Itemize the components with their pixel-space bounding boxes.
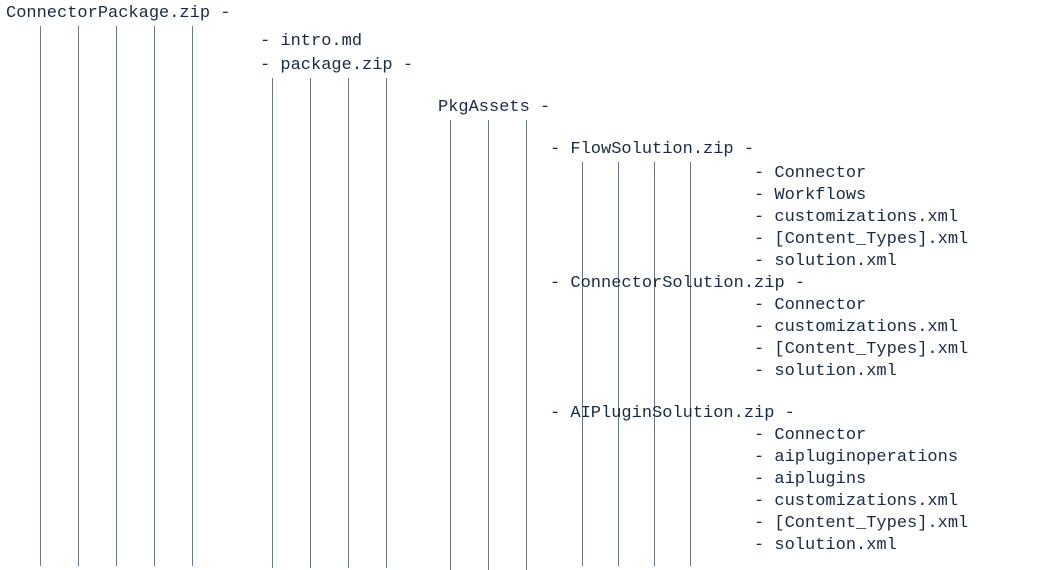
node-dash: - bbox=[530, 98, 550, 117]
tree-node-pkgassets: PkgAssets - bbox=[438, 98, 550, 117]
tree-leaf: - Workflows bbox=[754, 186, 866, 205]
node-name: aipluginoperations bbox=[774, 448, 958, 467]
bullet: - bbox=[754, 448, 774, 467]
tree-node-aipluginsolution: - AIPluginSolution.zip - bbox=[550, 404, 795, 423]
node-dash: - bbox=[734, 140, 754, 159]
guide-line bbox=[78, 26, 79, 566]
guide-line bbox=[386, 78, 387, 568]
guide-line bbox=[526, 120, 527, 570]
guide-line bbox=[488, 120, 489, 570]
node-name: solution.xml bbox=[774, 536, 896, 555]
guide-line bbox=[450, 120, 451, 570]
node-name: [Content_Types].xml bbox=[774, 514, 968, 533]
root-name: ConnectorPackage.zip bbox=[6, 4, 210, 23]
tree-leaf: - customizations.xml bbox=[754, 492, 958, 511]
node-name: aiplugins bbox=[774, 470, 866, 489]
tree-leaf: - solution.xml bbox=[754, 536, 897, 555]
guide-line bbox=[116, 26, 117, 566]
tree-node-package: - package.zip - bbox=[260, 56, 413, 75]
guide-line bbox=[154, 26, 155, 566]
bullet: - bbox=[754, 186, 774, 205]
node-name: Connector bbox=[774, 164, 866, 183]
node-name: PkgAssets bbox=[438, 98, 530, 117]
guide-line bbox=[192, 26, 193, 566]
node-name: intro.md bbox=[280, 32, 362, 51]
bullet: - bbox=[550, 140, 570, 159]
bullet: - bbox=[754, 514, 774, 533]
tree-leaf: - Connector bbox=[754, 296, 866, 315]
tree-leaf: - aipluginoperations bbox=[754, 448, 958, 467]
node-dash: - bbox=[393, 56, 413, 75]
guide-line bbox=[618, 162, 619, 566]
node-dash: - bbox=[774, 404, 794, 423]
bullet: - bbox=[550, 404, 570, 423]
node-name: Connector bbox=[774, 296, 866, 315]
tree-leaf: - solution.xml bbox=[754, 362, 897, 381]
guide-line bbox=[348, 78, 349, 568]
bullet: - bbox=[754, 492, 774, 511]
node-dash: - bbox=[785, 274, 805, 293]
tree-leaf: - Connector bbox=[754, 164, 866, 183]
node-name: customizations.xml bbox=[774, 492, 958, 511]
tree-root: ConnectorPackage.zip - bbox=[6, 4, 230, 23]
bullet: - bbox=[754, 164, 774, 183]
tree-leaf: - solution.xml bbox=[754, 252, 897, 271]
guide-line bbox=[654, 162, 655, 566]
node-name: ConnectorSolution.zip bbox=[570, 274, 784, 293]
node-name: customizations.xml bbox=[774, 208, 958, 227]
bullet: - bbox=[754, 252, 774, 271]
bullet: - bbox=[754, 230, 774, 249]
tree-leaf: - Connector bbox=[754, 426, 866, 445]
tree-node-connectorsolution: - ConnectorSolution.zip - bbox=[550, 274, 805, 293]
bullet: - bbox=[260, 56, 280, 75]
tree-node-flowsolution: - FlowSolution.zip - bbox=[550, 140, 754, 159]
tree-leaf: - aiplugins bbox=[754, 470, 866, 489]
node-name: FlowSolution.zip bbox=[570, 140, 733, 159]
node-name: customizations.xml bbox=[774, 318, 958, 337]
tree-leaf: - customizations.xml bbox=[754, 208, 958, 227]
bullet: - bbox=[754, 208, 774, 227]
node-name: [Content_Types].xml bbox=[774, 340, 968, 359]
bullet: - bbox=[754, 340, 774, 359]
node-name: AIPluginSolution.zip bbox=[570, 404, 774, 423]
node-name: solution.xml bbox=[774, 252, 896, 271]
tree-leaf: - [Content_Types].xml bbox=[754, 340, 968, 359]
bullet: - bbox=[260, 32, 280, 51]
guide-line bbox=[40, 26, 41, 566]
node-name: package.zip bbox=[280, 56, 392, 75]
guide-line bbox=[310, 78, 311, 568]
tree-leaf: - customizations.xml bbox=[754, 318, 958, 337]
node-name: solution.xml bbox=[774, 362, 896, 381]
guide-line bbox=[272, 78, 273, 568]
node-name: Connector bbox=[774, 426, 866, 445]
tree-leaf: - [Content_Types].xml bbox=[754, 230, 968, 249]
bullet: - bbox=[754, 426, 774, 445]
root-dash: - bbox=[210, 4, 230, 23]
bullet: - bbox=[754, 296, 774, 315]
tree-node-intro: - intro.md bbox=[260, 32, 362, 51]
node-name: [Content_Types].xml bbox=[774, 230, 968, 249]
bullet: - bbox=[754, 470, 774, 489]
guide-line bbox=[690, 162, 691, 566]
node-name: Workflows bbox=[774, 186, 866, 205]
guide-line bbox=[582, 162, 583, 566]
bullet: - bbox=[754, 318, 774, 337]
tree-leaf: - [Content_Types].xml bbox=[754, 514, 968, 533]
bullet: - bbox=[754, 362, 774, 381]
bullet: - bbox=[754, 536, 774, 555]
bullet: - bbox=[550, 274, 570, 293]
